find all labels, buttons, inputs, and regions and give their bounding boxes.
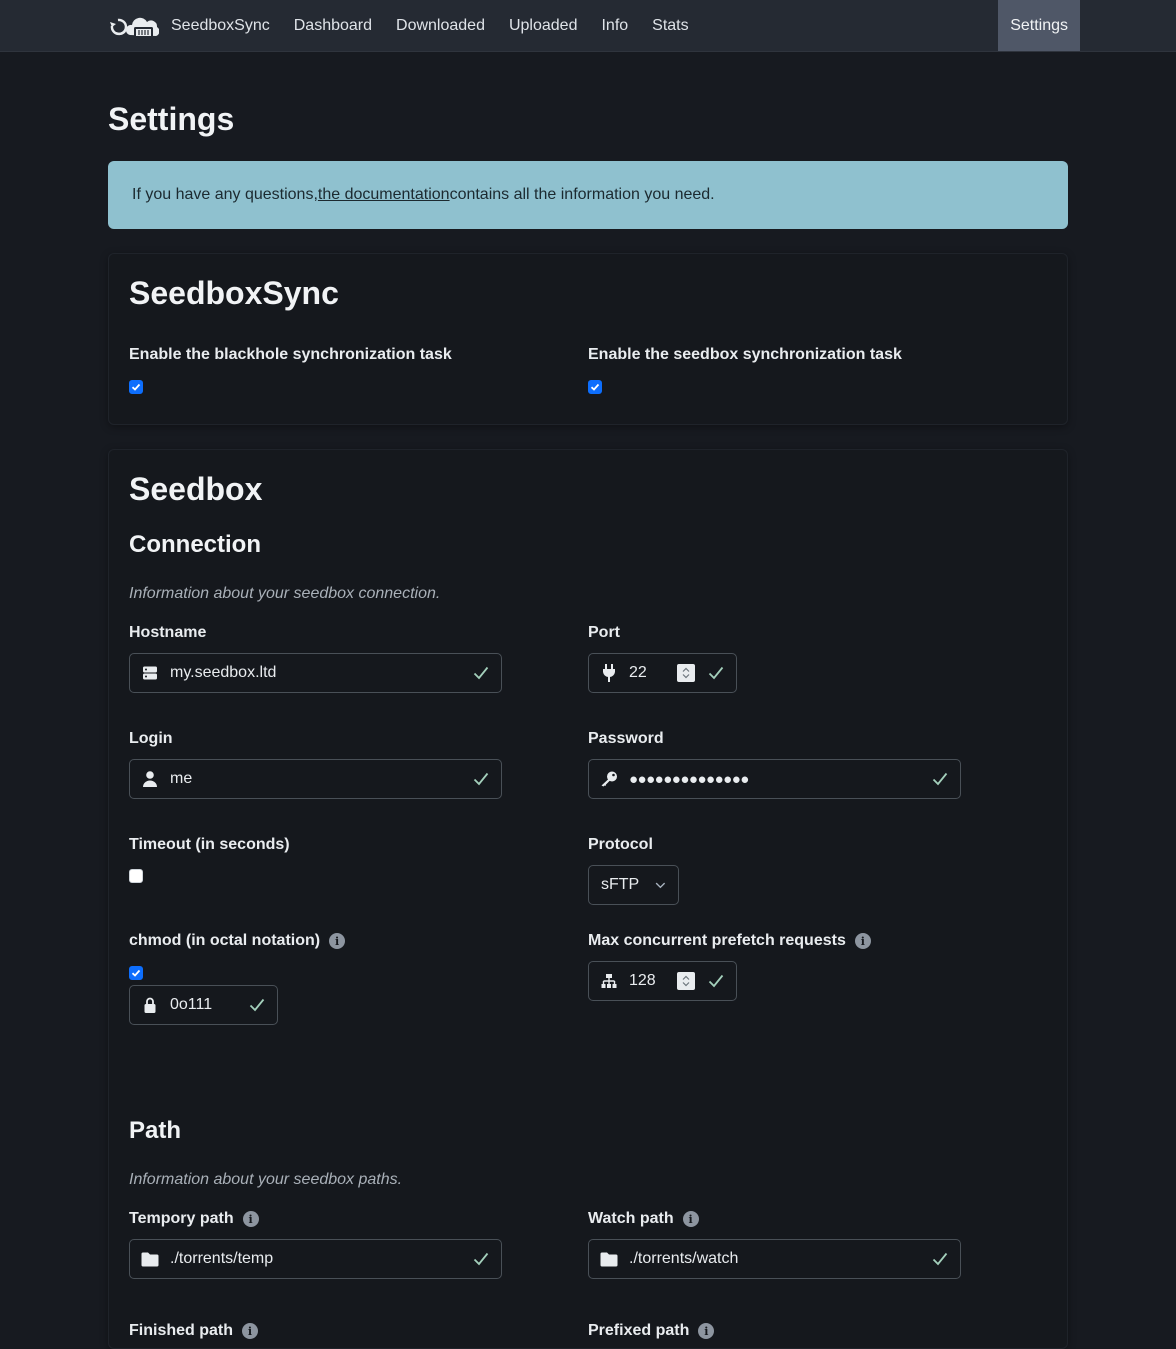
info-icon[interactable]: i: [329, 933, 346, 949]
nav-info[interactable]: Info: [589, 0, 640, 51]
path-title: Path: [129, 1117, 182, 1144]
nav-downloaded[interactable]: Downloaded: [384, 0, 497, 51]
chmod-label: chmod (in octal notation): [129, 932, 321, 949]
valid-check-icon: [248, 996, 266, 1014]
card-title-seedboxsync: SeedboxSync: [129, 275, 339, 311]
watch-path-label: Watch path: [588, 1210, 674, 1227]
nav-uploaded[interactable]: Uploaded: [497, 0, 590, 51]
password-label: Password: [588, 730, 664, 747]
info-icon[interactable]: i: [698, 1323, 715, 1339]
brand[interactable]: SeedboxSync: [108, 0, 270, 51]
port-input[interactable]: 22: [588, 653, 737, 693]
seedbox-card: Seedbox Connection Information about you…: [108, 449, 1068, 1349]
nav-stats[interactable]: Stats: [640, 0, 700, 51]
hostname-input[interactable]: my.seedbox.ltd: [129, 653, 502, 693]
valid-check-icon: [931, 1250, 949, 1268]
main-container: Settings If you have any questions, the …: [108, 52, 1068, 1349]
watch-path-input[interactable]: ./torrents/watch: [588, 1239, 961, 1279]
info-icon[interactable]: i: [682, 1211, 699, 1227]
password-value: ●●●●●●●●●●●●●●: [629, 770, 749, 788]
nav-dashboard[interactable]: Dashboard: [282, 0, 384, 51]
prefetch-label: Max concurrent prefetch requests: [588, 932, 846, 949]
login-label: Login: [129, 730, 173, 747]
valid-check-icon: [707, 664, 725, 682]
chmod-checkbox[interactable]: [129, 966, 143, 980]
watch-path-value: ./torrents/watch: [629, 1250, 739, 1267]
plug-icon: [600, 664, 618, 682]
alert-text-before: If you have any questions,: [132, 186, 318, 203]
chevron-down-icon: [655, 882, 666, 889]
tmp-path-label: Tempory path: [129, 1210, 234, 1227]
tmp-path-value: ./torrents/temp: [170, 1250, 274, 1267]
brand-name: SeedboxSync: [171, 16, 270, 34]
seedbox-sync-checkbox[interactable]: [588, 380, 602, 394]
valid-check-icon: [472, 770, 490, 788]
network-icon: [600, 972, 618, 990]
blackhole-checkbox[interactable]: [129, 380, 143, 394]
server-icon: [141, 664, 159, 682]
protocol-label: Protocol: [588, 836, 653, 853]
prefixed-path-label-row: Prefixed path i: [588, 1321, 1047, 1341]
prefetch-spinner[interactable]: [677, 972, 695, 990]
info-icon[interactable]: i: [242, 1323, 258, 1339]
key-icon: [600, 770, 618, 788]
seedbox-sync-label: Enable the seedbox synchronization task: [588, 346, 902, 363]
timeout-label: Timeout (in seconds): [129, 836, 290, 853]
alert-text-after: contains all the information you need.: [449, 186, 715, 203]
connection-title: Connection: [129, 531, 261, 558]
folder-icon: [141, 1250, 159, 1268]
protocol-select[interactable]: sFTP: [588, 865, 679, 905]
user-icon: [141, 770, 159, 788]
lock-icon: [141, 996, 159, 1014]
info-icon[interactable]: i: [854, 933, 871, 949]
password-input[interactable]: ●●●●●●●●●●●●●●: [588, 759, 961, 799]
prefetch-input[interactable]: 128: [588, 961, 737, 1001]
finished-path-label-row: Finished path i: [129, 1321, 588, 1341]
login-value: me: [170, 770, 193, 787]
protocol-value: sFTP: [601, 876, 640, 893]
finished-path-label: Finished path: [129, 1322, 233, 1339]
chmod-input[interactable]: 0o111: [129, 985, 278, 1025]
nav-settings[interactable]: Settings: [998, 0, 1080, 51]
seedboxsync-card: SeedboxSync Enable the blackhole synchro…: [108, 253, 1068, 425]
folder-icon: [600, 1250, 618, 1268]
port-label: Port: [588, 624, 620, 641]
valid-check-icon: [931, 770, 949, 788]
path-desc: Information about your seedbox paths.: [129, 1171, 403, 1188]
chmod-value: 0o111: [170, 996, 213, 1013]
info-icon[interactable]: i: [242, 1211, 259, 1227]
info-alert: If you have any questions, the documenta…: [108, 161, 1068, 229]
tmp-path-input[interactable]: ./torrents/temp: [129, 1239, 502, 1279]
top-navbar: SeedboxSync Dashboard Downloaded Uploade…: [0, 0, 1176, 52]
tmp-path-label-row: Tempory path i: [129, 1209, 588, 1229]
hostname-value: my.seedbox.ltd: [170, 664, 277, 681]
prefetch-label-row: Max concurrent prefetch requests i: [588, 931, 1047, 951]
port-value: 22: [629, 664, 647, 681]
valid-check-icon: [472, 664, 490, 682]
connection-desc: Information about your seedbox connectio…: [129, 585, 441, 602]
login-input[interactable]: me: [129, 759, 502, 799]
blackhole-label: Enable the blackhole synchronization tas…: [129, 346, 452, 363]
page-title: Settings: [108, 101, 235, 137]
valid-check-icon: [707, 972, 725, 990]
hostname-label: Hostname: [129, 624, 207, 641]
timeout-checkbox[interactable]: [129, 869, 143, 883]
watch-path-label-row: Watch path i: [588, 1209, 1047, 1229]
port-spinner[interactable]: [677, 664, 695, 682]
prefixed-path-label: Prefixed path: [588, 1322, 690, 1339]
card-title-seedbox: Seedbox: [129, 471, 263, 507]
prefetch-value: 128: [629, 972, 656, 989]
seedbox-logo-icon: [110, 17, 159, 38]
chmod-label-row: chmod (in octal notation) i: [129, 931, 588, 951]
documentation-link[interactable]: the documentation: [318, 186, 450, 204]
valid-check-icon: [472, 1250, 490, 1268]
